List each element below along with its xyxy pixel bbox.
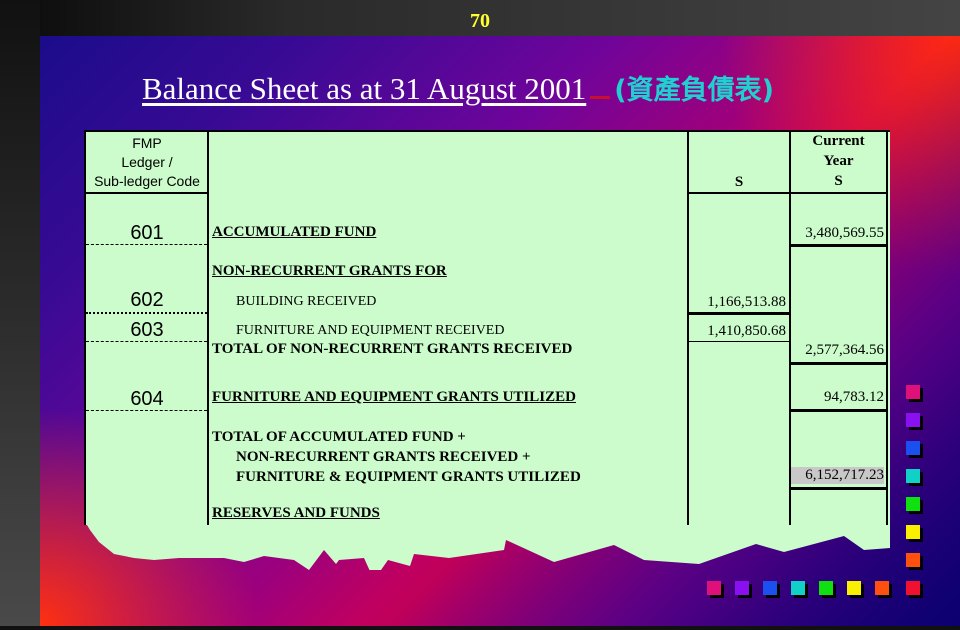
amount-rule	[789, 244, 888, 247]
header-rule-amounts	[687, 192, 888, 194]
code-separator	[86, 312, 207, 314]
decor-square	[906, 441, 920, 455]
title-separator	[590, 96, 611, 99]
grand-total-amount: 6,152,717.23	[791, 467, 884, 484]
table-border-right	[886, 130, 888, 525]
header-current-year-line1: Current	[812, 133, 865, 149]
ledger-code: 603	[130, 319, 164, 341]
ledger-code: 604	[130, 388, 164, 410]
amount-rule	[789, 409, 888, 412]
decor-square	[763, 581, 777, 595]
slide-number: 70	[470, 10, 490, 32]
header-code: FMP Ledger / Sub-ledger Code	[86, 134, 208, 191]
header-subtotal-currency: S	[734, 174, 744, 190]
current-year-amount: 94,783.12	[824, 389, 884, 405]
decor-square	[735, 581, 749, 595]
decor-square	[906, 525, 920, 539]
row-label: FURNITURE AND EQUIPMENT RECEIVED	[236, 323, 505, 338]
grand-total-line1: TOTAL OF ACCUMULATED FUND +	[212, 429, 466, 445]
bottom-bar	[0, 626, 960, 630]
row-label: RESERVES AND FUNDS	[212, 505, 380, 521]
ledger-code: 601	[130, 222, 164, 244]
decor-square	[906, 553, 920, 567]
amount-rule	[687, 341, 789, 342]
decor-square	[906, 385, 920, 399]
decor-square	[847, 581, 861, 595]
amount-rule	[789, 362, 888, 365]
grand-total-line3: FURNITURE & EQUIPMENT GRANTS UTILIZED	[236, 469, 581, 485]
ledger-code: 602	[130, 289, 164, 311]
left-bar	[0, 0, 40, 630]
current-year-amount: 3,480,569.55	[805, 225, 884, 241]
decor-square	[875, 581, 889, 595]
subtotal-amount: 1,410,850.68	[707, 323, 786, 339]
amount-rule	[687, 312, 789, 315]
decor-square	[906, 581, 920, 595]
code-separator	[86, 341, 207, 342]
decor-square	[791, 581, 805, 595]
decor-square	[906, 413, 920, 427]
grand-total-label: TOTAL OF ACCUMULATED FUND + NON-RECURREN…	[212, 427, 581, 487]
row-label: TOTAL OF NON-RECURRENT GRANTS RECEIVED	[212, 341, 573, 357]
row-label: ACCUMULATED FUND	[212, 224, 377, 240]
row-label: FURNITURE AND EQUIPMENT GRANTS UTILIZED	[212, 389, 576, 405]
title-chinese: (資產負債表)	[614, 75, 774, 106]
subtotal-amount: 1,166,513.88	[707, 294, 786, 310]
title-english: Balance Sheet as at 31 August 2001	[142, 71, 587, 106]
header-current-year-line3: S	[834, 173, 843, 189]
code-separator	[86, 410, 207, 411]
header-code-line3: Sub-ledger Code	[94, 173, 200, 189]
table-border-top	[84, 130, 890, 132]
decor-square	[906, 469, 920, 483]
torn-paper-edge	[84, 520, 890, 570]
grand-total-line2: NON-RECURRENT GRANTS RECEIVED +	[236, 449, 531, 465]
header-code-line1: FMP	[132, 135, 162, 151]
current-year-amount: 2,577,364.56	[805, 342, 884, 358]
header-current-year: Current Year S	[791, 131, 886, 191]
decor-square	[906, 497, 920, 511]
header-rule-code	[84, 192, 208, 194]
slide-title: Balance Sheet as at 31 August 2001 (資產負債表…	[142, 68, 774, 107]
code-separator	[86, 244, 207, 245]
row-label: BUILDING RECEIVED	[236, 294, 377, 309]
header-code-line2: Ledger /	[121, 154, 173, 170]
header-current-year-line2: Year	[823, 153, 854, 169]
decor-square	[819, 581, 833, 595]
decor-square	[707, 581, 721, 595]
row-label: NON-RECURRENT GRANTS FOR	[212, 263, 447, 279]
amount-rule	[789, 487, 888, 490]
